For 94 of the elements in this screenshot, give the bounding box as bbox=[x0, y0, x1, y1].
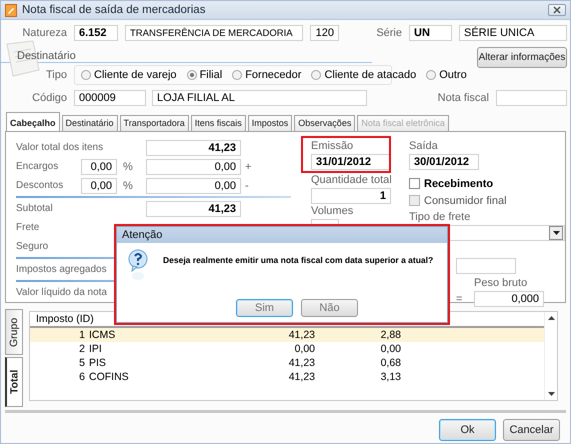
table-cell-text: PIS bbox=[88, 357, 107, 369]
alterar-informacoes-button[interactable]: Alterar informações bbox=[477, 47, 567, 68]
table-row[interactable]: 1 ICMS 41,23 2,88 bbox=[30, 328, 544, 342]
amount-field[interactable]: 41,23 bbox=[146, 200, 241, 216]
scroll-down-icon[interactable] bbox=[548, 392, 554, 396]
dialog-button[interactable]: Sim bbox=[236, 299, 293, 317]
checkbox[interactable]: Recebimento bbox=[409, 175, 563, 192]
dialog-title: Atenção bbox=[122, 229, 162, 241]
emissao-field[interactable]: 31/01/2012 bbox=[311, 154, 391, 170]
dialog-action-button[interactable]: Cancelar bbox=[503, 419, 560, 441]
column-header: Imposto (ID) bbox=[36, 313, 94, 325]
table-cell-text: IPI bbox=[88, 343, 103, 355]
tipo-label: Tipo bbox=[45, 69, 68, 81]
table-cell-text: 2 bbox=[78, 343, 86, 355]
dialog-message: Deseja realmente emitir uma nota fiscal com data superior a atual? bbox=[163, 255, 434, 265]
text-field[interactable] bbox=[456, 258, 516, 274]
side-tab[interactable]: Total bbox=[5, 357, 23, 407]
percent-field[interactable]: 0,00 bbox=[81, 158, 117, 174]
tab[interactable]: Impostos bbox=[248, 115, 292, 131]
scroll-up-icon[interactable] bbox=[548, 316, 554, 320]
table-cell-text: 0,68 bbox=[380, 357, 402, 369]
peso-bruto-field[interactable]: 0,000 bbox=[474, 291, 544, 307]
question-icon bbox=[127, 249, 149, 281]
peso-bruto-label: Peso bruto bbox=[474, 277, 528, 289]
natureza-description-field[interactable]: TRANSFERÊNCIA DE MERCADORIA bbox=[125, 25, 303, 41]
radio-option[interactable]: Outro bbox=[426, 69, 467, 81]
window-title: Nota fiscal de saída de mercadorias bbox=[22, 4, 206, 16]
codigo-field[interactable]: 000009 bbox=[74, 90, 146, 106]
serie-code-field[interactable]: UN bbox=[409, 25, 452, 41]
saida-field[interactable]: 30/01/2012 bbox=[409, 154, 479, 170]
tipo-frete-label: Tipo de frete bbox=[409, 211, 472, 223]
table-cell-text: 5 bbox=[78, 357, 86, 369]
table-cell-text: 41,23 bbox=[288, 329, 316, 341]
serie-label: Série bbox=[376, 27, 403, 39]
sign-text: - bbox=[244, 180, 249, 192]
tab[interactable]: Observações bbox=[294, 115, 356, 131]
table-cell-text: 41,23 bbox=[288, 357, 316, 369]
table-cell-text: 0,00 bbox=[380, 343, 402, 355]
volumes-label: Volumes bbox=[311, 205, 354, 217]
table-row[interactable]: 6 COFINS 41,23 3,13 bbox=[30, 370, 544, 384]
quantidade-label: Quantidade total bbox=[311, 174, 393, 186]
amount-field[interactable]: 0,00 bbox=[146, 158, 241, 174]
radio-option[interactable]: Fornecedor bbox=[232, 69, 302, 81]
table-cell-text: ICMS bbox=[88, 329, 116, 341]
quantidade-field[interactable]: 1 bbox=[311, 188, 391, 204]
tab[interactable]: Transportadora bbox=[120, 115, 189, 131]
field-label: Valor total dos itens bbox=[16, 142, 104, 153]
table-cell-text: 2,88 bbox=[380, 329, 402, 341]
emissao-label: Emissão bbox=[311, 140, 354, 152]
nota-fiscal-label: Nota fiscal bbox=[438, 92, 490, 104]
table-cell-text: 1 bbox=[78, 329, 86, 341]
dialog-button[interactable]: Não bbox=[301, 299, 358, 317]
codigo-label: Código bbox=[31, 92, 68, 104]
table-cell-text: 3,13 bbox=[380, 371, 402, 383]
window-icon bbox=[5, 4, 17, 16]
radio-option[interactable]: Cliente de varejo bbox=[81, 69, 177, 81]
operator-text: = bbox=[456, 293, 464, 307]
table-cell-text: 6 bbox=[78, 371, 86, 383]
field-label: Descontos bbox=[16, 180, 64, 191]
table-row[interactable]: 2 IPI 0,00 0,00 bbox=[30, 342, 544, 356]
percent-sign: % bbox=[122, 180, 133, 192]
dropdown-arrow-icon bbox=[552, 231, 560, 235]
natureza-label: Natureza bbox=[21, 27, 68, 39]
sign-text: + bbox=[244, 160, 252, 172]
dialog-action-button[interactable]: Ok bbox=[439, 419, 496, 441]
close-button[interactable] bbox=[548, 4, 566, 16]
natureza-number-field[interactable]: 120 bbox=[310, 25, 339, 41]
amount-field[interactable]: 0,00 bbox=[146, 178, 241, 194]
serie-description-field[interactable]: SÉRIE UNICA bbox=[459, 25, 567, 41]
table-row[interactable]: 5 PIS 41,23 0,68 bbox=[30, 356, 544, 370]
field-label: Impostos agregados bbox=[16, 264, 107, 275]
side-tab[interactable]: Grupo bbox=[5, 309, 23, 355]
field-label: Seguro bbox=[16, 241, 48, 252]
tab[interactable]: Cabeçalho bbox=[6, 112, 60, 131]
table-cell-text: 41,23 bbox=[288, 371, 316, 383]
table-cell-text: COFINS bbox=[88, 371, 130, 383]
field-label: Encargos bbox=[16, 161, 58, 172]
tab[interactable]: Destinatário bbox=[62, 115, 118, 131]
radio-option[interactable]: Cliente de atacado bbox=[311, 69, 416, 81]
percent-field[interactable]: 0,00 bbox=[81, 178, 117, 194]
tab[interactable]: Itens fiscais bbox=[190, 115, 246, 131]
destinatario-group-label: Destinatário bbox=[17, 50, 76, 62]
radio-option[interactable]: Filial bbox=[186, 69, 222, 81]
natureza-code-field[interactable]: 6.152 bbox=[74, 25, 118, 41]
table-cell-text: 0,00 bbox=[294, 343, 316, 355]
name-field[interactable]: LOJA FILIAL AL bbox=[152, 90, 367, 106]
saida-label: Saída bbox=[409, 140, 439, 152]
nota-fiscal-field[interactable] bbox=[496, 90, 567, 106]
amount-field[interactable]: 41,23 bbox=[146, 140, 241, 156]
field-label: Subtotal bbox=[16, 203, 53, 214]
close-icon bbox=[553, 6, 561, 14]
percent-sign: % bbox=[122, 160, 133, 172]
field-label: Valor líquido da nota bbox=[16, 287, 107, 298]
field-label: Frete bbox=[16, 222, 40, 233]
